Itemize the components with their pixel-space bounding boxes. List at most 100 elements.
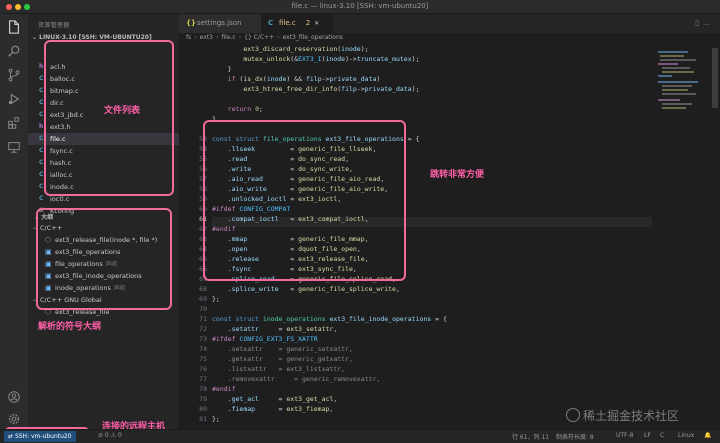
minimap-line [658, 99, 680, 101]
code-line: .fiemap = ext3_fiemap, [212, 405, 334, 413]
tab-file-c[interactable]: Cfile.c 2 ✕ [261, 14, 333, 33]
c-file-icon: C [39, 159, 44, 166]
extensions-icon[interactable] [7, 116, 21, 130]
minimap-line [662, 107, 686, 109]
json-file-icon: {} [186, 19, 196, 27]
c-file-icon: C [268, 19, 274, 27]
minimap-line [662, 89, 688, 91]
editor-actions: ▯… [695, 19, 714, 27]
activity-bar [0, 14, 28, 429]
line-number: 80 [199, 405, 207, 413]
chevron-right-icon: › [238, 34, 242, 41]
minimap-line [658, 51, 688, 53]
code-line: .setxattr = generic_setxattr, [212, 345, 353, 353]
remote-explorer-icon[interactable] [7, 140, 21, 154]
account-icon[interactable] [7, 390, 21, 404]
more-actions-icon[interactable]: … [703, 19, 714, 27]
line-number: 70 [199, 305, 207, 313]
chevron-right-icon: › [215, 34, 219, 41]
file-name: ioctl.c [50, 195, 70, 203]
watermark: 稀土掘金技术社区 [566, 407, 679, 424]
code-line: } [212, 65, 232, 73]
breadcrumb-item[interactable]: ext3 [200, 34, 213, 41]
minimap-line [662, 67, 690, 69]
file-list-highlight-box [44, 40, 174, 196]
line-number: 79 [199, 395, 207, 403]
breadcrumb-item[interactable]: {} C/C++ [244, 34, 274, 41]
status-bar: ⇄ SSH: vm-ubuntu20 ⊘ 0 ⚠ 0 行 61，列 11 制表符… [0, 429, 720, 443]
run-debug-icon[interactable] [7, 92, 21, 106]
line-number: 81 [199, 415, 207, 423]
code-line: ext3_discard_reservation(inode); [243, 45, 369, 53]
minimap-line [662, 93, 696, 95]
line-number: 69 [199, 295, 207, 303]
cursor-position[interactable]: 行 61，列 11 [512, 432, 549, 441]
code-line: const struct inode_operations ext3_file_… [212, 315, 447, 323]
problems-indicator[interactable]: ⊘ 0 ⚠ 0 [98, 432, 122, 439]
code-line: .listxattr = ext3_listxattr, [212, 365, 346, 373]
c-file-icon: C [39, 135, 44, 142]
jump-annotation: 跳转非常方便 [430, 170, 485, 180]
line-number: 78 [199, 385, 207, 393]
tab-label: settings.json [197, 19, 242, 27]
bell-icon[interactable]: 🔔 [704, 432, 711, 439]
problem-count-badge: 2 [305, 19, 311, 27]
code-line: .setattr = ext3_setattr, [212, 325, 338, 333]
language-mode[interactable]: C [660, 432, 664, 439]
c-file-icon: C [39, 87, 44, 94]
window-title: file.c — linux-3.10 [SSH: vm-ubuntu20] [291, 2, 429, 10]
eol-indicator[interactable]: LF [644, 432, 651, 439]
tab-settings-json[interactable]: {} settings.json [179, 14, 261, 33]
split-editor-icon[interactable]: ▯ [695, 19, 703, 27]
code-line: mutex_unlock(&EXT3_I(inode)->truncate_mu… [243, 55, 420, 63]
code-line: }; [212, 295, 220, 303]
line-number: 75 [199, 355, 207, 363]
line-number: 68 [199, 285, 207, 293]
breadcrumb: fs › ext3 › file.c ›{} C/C++ › ext3_file_operat… [186, 34, 343, 44]
remote-host-label: SSH: vm-ubuntu20 [14, 433, 72, 440]
remote-icon: ⇄ [8, 433, 15, 440]
c-file-icon: C [39, 183, 44, 190]
line-number: 74 [199, 345, 207, 353]
breadcrumb-item[interactable]: ext3_file_operations [283, 34, 343, 41]
code-line: .splice_write = generic_file_splice_writ… [212, 285, 400, 293]
code-line: if (is_dx(inode) && filp->private_data) [227, 75, 381, 83]
c-file-icon: C [39, 75, 44, 82]
tab-size-indicator[interactable]: 制表符长度: 8 [556, 432, 594, 441]
minimap-line [658, 63, 678, 65]
code-line: ext3_htree_free_dir_info(filp->private_d… [243, 85, 420, 93]
line-number: 72 [199, 325, 207, 333]
explorer-files-icon[interactable] [7, 20, 21, 34]
minimap-line [658, 75, 672, 77]
c-file-icon: C [39, 99, 44, 106]
source-control-icon[interactable] [7, 68, 21, 82]
line-number: 73 [199, 335, 207, 343]
juejin-logo-icon [566, 408, 580, 422]
chevron-right-icon: › [277, 34, 280, 41]
minimap-line [662, 71, 694, 73]
search-icon[interactable] [7, 44, 21, 58]
line-number: 76 [199, 365, 207, 373]
c-file-icon: C [39, 171, 44, 178]
platform-indicator[interactable]: Linux [678, 432, 694, 439]
title-bar: file.c — linux-3.10 [SSH: vm-ubuntu20] [0, 0, 720, 14]
editor-scrollbar-thumb[interactable] [712, 48, 718, 108]
minimap[interactable] [654, 45, 714, 155]
code-line: return 0; [227, 105, 263, 113]
breadcrumb-item[interactable]: file.c [221, 34, 235, 41]
breadcrumb-item[interactable]: fs [186, 34, 191, 41]
header-file-icon: h [39, 63, 44, 70]
code-line: .getxattr = generic_getxattr, [212, 355, 353, 363]
remote-host-indicator[interactable]: ⇄ SSH: vm-ubuntu20 [4, 431, 76, 442]
gear-icon[interactable] [7, 412, 21, 426]
encoding-indicator[interactable]: UTF-8 [616, 432, 634, 439]
c-file-icon: C [39, 111, 44, 118]
c-file-icon: C [39, 195, 44, 202]
file-list-annotation: 文件列表 [104, 106, 141, 116]
minimap-line [662, 85, 692, 87]
code-line: #endif [212, 385, 236, 393]
close-icon[interactable]: ✕ [314, 20, 319, 27]
outline-annotation: 解析的符号大纲 [38, 322, 102, 332]
minimap-line [660, 59, 696, 61]
chevron-right-icon: › [194, 34, 197, 41]
